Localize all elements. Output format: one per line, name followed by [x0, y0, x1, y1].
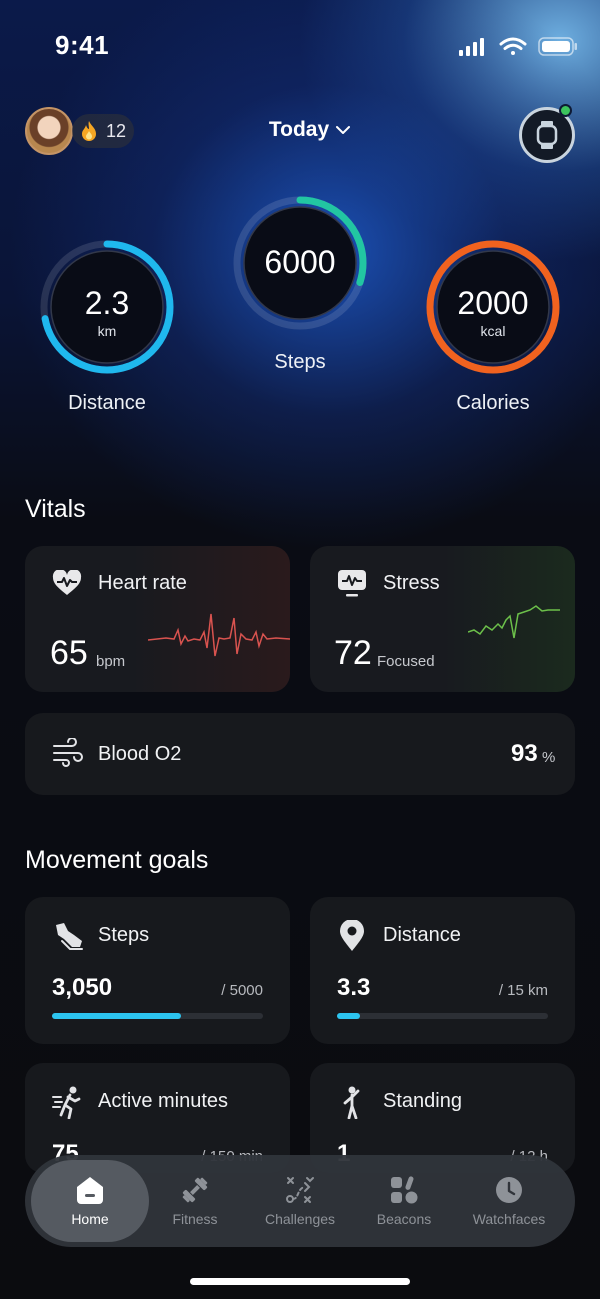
tab-fitness-label: Fitness — [172, 1211, 218, 1227]
tab-fitness[interactable]: Fitness — [136, 1160, 254, 1242]
tab-watchfaces[interactable]: Watchfaces — [450, 1160, 568, 1242]
dumbbell-icon — [182, 1177, 208, 1203]
connection-status-dot — [559, 104, 572, 117]
location-pin-icon — [340, 920, 364, 951]
steps-label: Steps — [274, 351, 326, 373]
chevron-down-icon — [336, 126, 351, 134]
tab-home-label: Home — [71, 1211, 109, 1227]
steps-goal-title: Steps — [98, 924, 150, 946]
vitals-title: Vitals — [25, 495, 86, 523]
streak-count: 12 — [106, 120, 127, 141]
tab-beacons-label: Beacons — [376, 1211, 432, 1227]
stress-title: Stress — [383, 572, 440, 594]
wind-icon — [53, 738, 83, 767]
calories-value: 2000 — [457, 285, 529, 321]
tab-challenges-label: Challenges — [264, 1211, 336, 1227]
strategy-icon — [286, 1177, 314, 1203]
home-indicator — [190, 1278, 410, 1285]
tab-challenges[interactable]: Challenges — [241, 1160, 359, 1242]
steps-goal-value: 3,050 — [52, 974, 113, 1001]
blood-o2-unit: % — [542, 749, 556, 766]
calories-unit: kcal — [480, 323, 506, 339]
avatar[interactable] — [25, 107, 73, 155]
distance-unit: km — [97, 323, 117, 339]
shapes-icon — [391, 1176, 418, 1204]
clock-icon — [496, 1177, 522, 1203]
steps-goal-total: / 5000 — [221, 982, 263, 999]
tab-watchfaces-label: Watchfaces — [472, 1211, 546, 1227]
distance-goal-title: Distance — [383, 924, 461, 946]
distance-goal-progress-track — [337, 1013, 548, 1019]
shoe-icon — [56, 923, 83, 950]
heart-rate-unit: bpm — [96, 653, 126, 670]
status-time: 9:41 — [55, 30, 110, 60]
standing-person-icon — [343, 1086, 360, 1119]
battery-icon — [538, 37, 577, 56]
distance-goal-card[interactable]: Distance 3.3 / 15 km — [310, 897, 575, 1044]
running-person-icon — [52, 1086, 81, 1119]
steps-goal-progress-fill — [52, 1013, 181, 1019]
steps-goal-progress-track — [52, 1013, 263, 1019]
heart-rate-value: 65 — [50, 634, 88, 672]
blood-o2-title: Blood O2 — [98, 743, 182, 765]
calories-label: Calories — [456, 392, 530, 414]
stress-unit: Focused — [377, 653, 435, 670]
distance-goal-progress-fill — [337, 1013, 361, 1019]
flame-icon — [82, 121, 96, 141]
tab-beacons[interactable]: Beacons — [345, 1160, 463, 1242]
period-selector[interactable]: Today — [250, 118, 370, 142]
watch-icon — [536, 121, 558, 149]
tab-home[interactable]: Home — [31, 1160, 149, 1242]
stress-value: 72 — [334, 634, 372, 672]
status-icons — [459, 37, 577, 56]
period-label: Today — [268, 118, 330, 141]
heart-icon — [52, 570, 82, 595]
heart-rate-sparkline — [148, 613, 290, 657]
active-minutes-title: Active minutes — [98, 1090, 229, 1112]
streak-badge[interactable]: 12 — [72, 114, 134, 148]
stress-sparkline — [468, 605, 560, 639]
distance-label: Distance — [68, 392, 146, 414]
home-icon — [77, 1177, 103, 1204]
movement-goals-title: Movement goals — [25, 846, 209, 874]
blood-o2-card[interactable]: Blood O2 93 % — [25, 713, 575, 795]
distance-value: 2.3 — [84, 285, 130, 321]
heart-rate-title: Heart rate — [98, 572, 187, 594]
standing-title: Standing — [383, 1090, 462, 1112]
distance-goal-total: / 15 km — [498, 982, 548, 999]
signal-icon — [459, 38, 484, 56]
steps-value: 6000 — [264, 244, 336, 280]
blood-o2-value: 93 — [511, 740, 538, 767]
steps-goal-card[interactable]: Steps 3,050 / 5000 — [25, 897, 290, 1044]
distance-goal-value: 3.3 — [337, 974, 371, 1001]
stress-monitor-icon — [338, 570, 366, 597]
heart-rate-card[interactable]: Heart rate 65 bpm — [25, 546, 290, 692]
stress-card[interactable]: Stress 72 Focused — [310, 546, 575, 692]
wifi-icon — [499, 37, 527, 55]
